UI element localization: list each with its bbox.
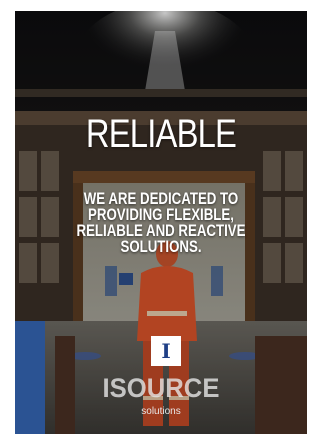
logo-mark-letter: I xyxy=(161,339,171,363)
hero-card: RELIABLE WE ARE DEDICATED TO PROVIDING F… xyxy=(15,11,307,434)
headline: RELIABLE xyxy=(85,112,237,156)
logo-wordmark: ISOURCE xyxy=(102,373,220,403)
tagline: WE ARE DEDICATED TO PROVIDING FLEXIBLE, … xyxy=(76,189,246,256)
logo-subtitle: solutions xyxy=(141,406,181,417)
logo-mark: I xyxy=(151,336,181,366)
